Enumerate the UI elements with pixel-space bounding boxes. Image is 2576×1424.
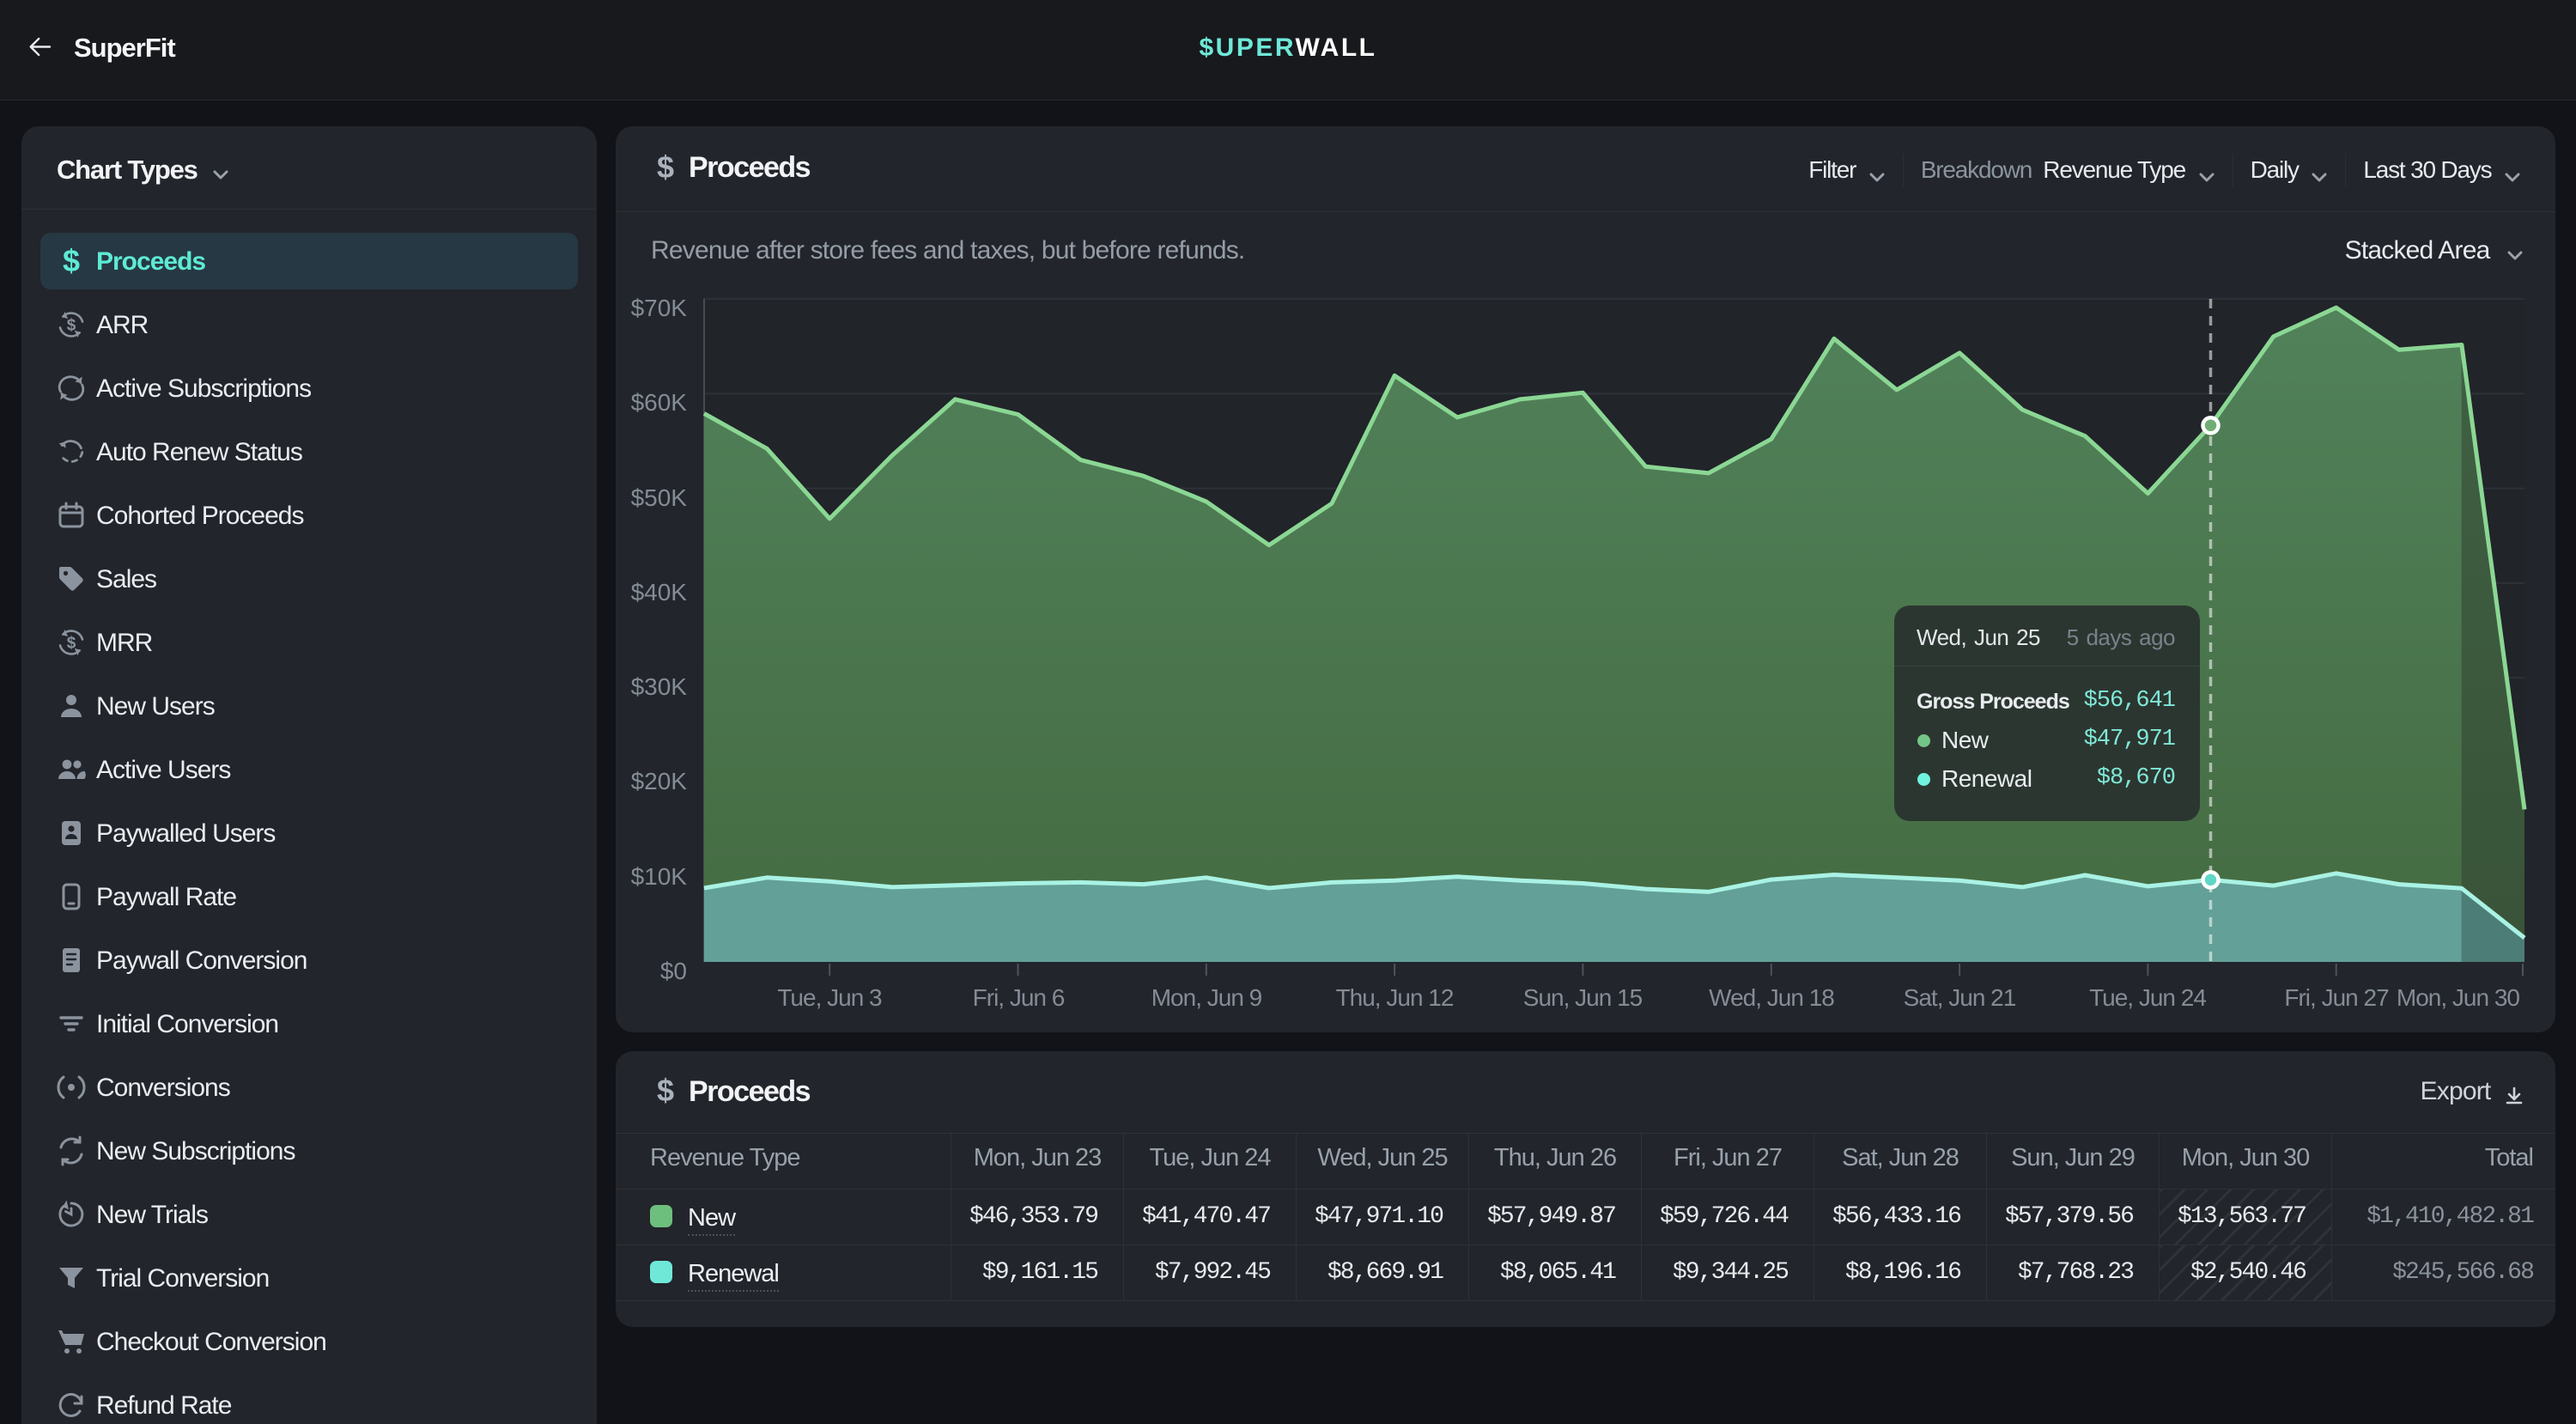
- svg-text:$: $: [67, 317, 76, 335]
- svg-text:$: $: [67, 635, 76, 653]
